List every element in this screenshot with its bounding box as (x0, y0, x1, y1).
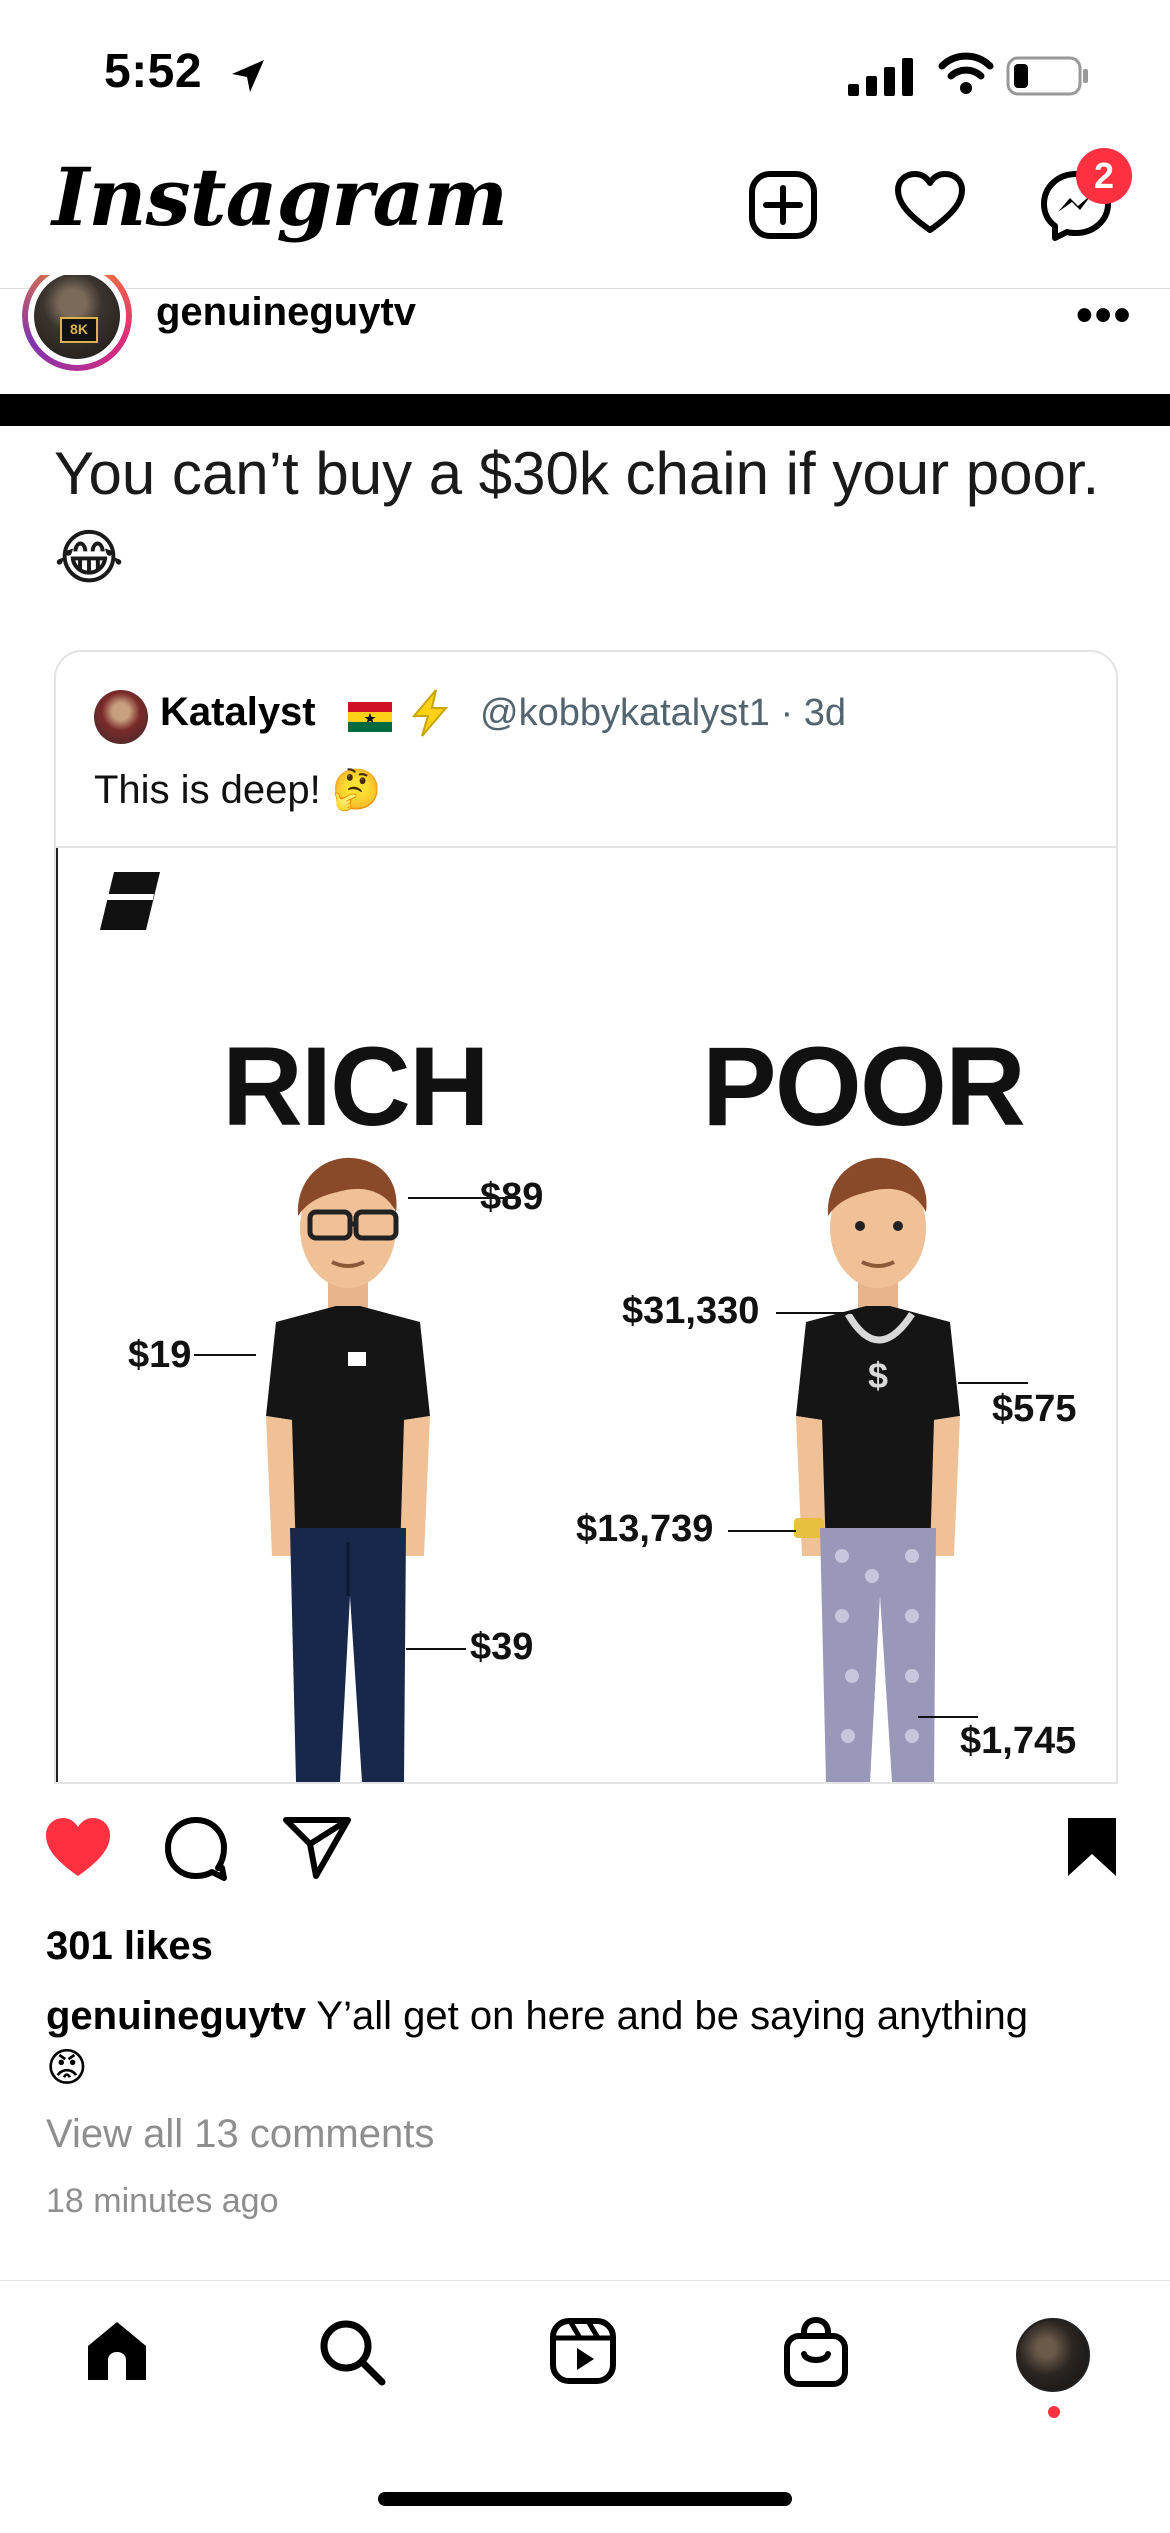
rich-jeans-price: $39 (470, 1626, 534, 1668)
quoted-divider (56, 846, 1116, 848)
rich-glasses-price: $89 (480, 1176, 544, 1218)
create-post-icon[interactable] (748, 170, 818, 240)
poor-shirt-price: $575 (992, 1388, 1077, 1430)
profile-notification-dot (1048, 2406, 1060, 2418)
battery-icon (1006, 56, 1088, 96)
quoted-handle: @kobbykatalyst1 · 3d (480, 692, 846, 734)
home-icon[interactable] (82, 2316, 152, 2386)
jeans-leader (406, 1648, 466, 1650)
cellular-signal-icon (848, 58, 913, 96)
avatar-8k-tag: 8K (60, 317, 98, 343)
svg-text:$: $ (868, 1355, 888, 1396)
view-all-comments-link[interactable]: View all 13 comments (46, 2112, 434, 2157)
post-username[interactable]: genuineguytv (156, 290, 416, 335)
comment-icon[interactable] (162, 1814, 230, 1882)
instagram-logo[interactable]: Instagram (52, 150, 508, 244)
ghana-flag-icon (348, 702, 392, 732)
profile-tab-avatar[interactable] (1016, 2318, 1090, 2392)
poor-shirt-leader (958, 1382, 1028, 1384)
poor-chain-price: $31,330 (622, 1290, 760, 1332)
tweet-text: You can’t buy a $30k chain if your poor.… (54, 440, 1100, 591)
location-arrow-icon (232, 60, 264, 92)
shirt-leader (194, 1354, 256, 1356)
messages-badge: 2 (1076, 148, 1132, 204)
quoted-body: This is deep! 🤔 (94, 768, 382, 812)
shop-icon[interactable] (782, 2316, 850, 2388)
poor-pants-price: $1,745 (960, 1720, 1077, 1762)
more-options-icon[interactable]: ••• (1076, 288, 1132, 343)
pants-leader (918, 1716, 978, 1718)
rich-title: RICH (222, 1024, 490, 1149)
share-icon[interactable] (282, 1814, 352, 1880)
quoted-name: Katalyst (160, 690, 316, 734)
poor-man-illustration: $ (794, 1157, 960, 1782)
search-icon[interactable] (316, 2316, 388, 2388)
watch-leader (728, 1530, 796, 1532)
home-indicator[interactable] (378, 2492, 792, 2506)
meme-border (56, 848, 58, 1782)
image-top-band (0, 394, 1170, 426)
reels-icon[interactable] (548, 2316, 618, 2386)
poor-watch-price: $13,739 (576, 1508, 714, 1550)
wifi-icon (938, 52, 994, 94)
brand-logo-icon (96, 872, 160, 930)
rich-shirt-price: $19 (128, 1334, 192, 1376)
lightning-icon (411, 689, 449, 737)
saved-bookmark-icon[interactable] (1064, 1814, 1120, 1880)
caption-emoji: 😡 (46, 2046, 88, 2090)
notifications-heart-icon[interactable] (894, 170, 966, 236)
rich-man-illustration (266, 1157, 430, 1782)
status-time: 5:52 (104, 45, 203, 98)
chain-leader (776, 1312, 858, 1314)
poor-title: POOR (702, 1024, 1026, 1149)
liked-heart-icon[interactable] (42, 1814, 114, 1880)
caption-text: Y’all get on here and be saying anything (306, 1994, 1029, 2038)
likes-count[interactable]: 301 likes (46, 1924, 213, 1969)
post-timestamp: 18 minutes ago (46, 2182, 279, 2220)
quoted-tweet-card: Katalyst @kobbykatalyst1 · 3d This is de… (54, 650, 1118, 1784)
caption-username[interactable]: genuineguytv (46, 1994, 306, 2038)
post-caption: genuineguytv Y’all get on here and be sa… (46, 1990, 1126, 2094)
quoted-avatar (94, 690, 148, 744)
